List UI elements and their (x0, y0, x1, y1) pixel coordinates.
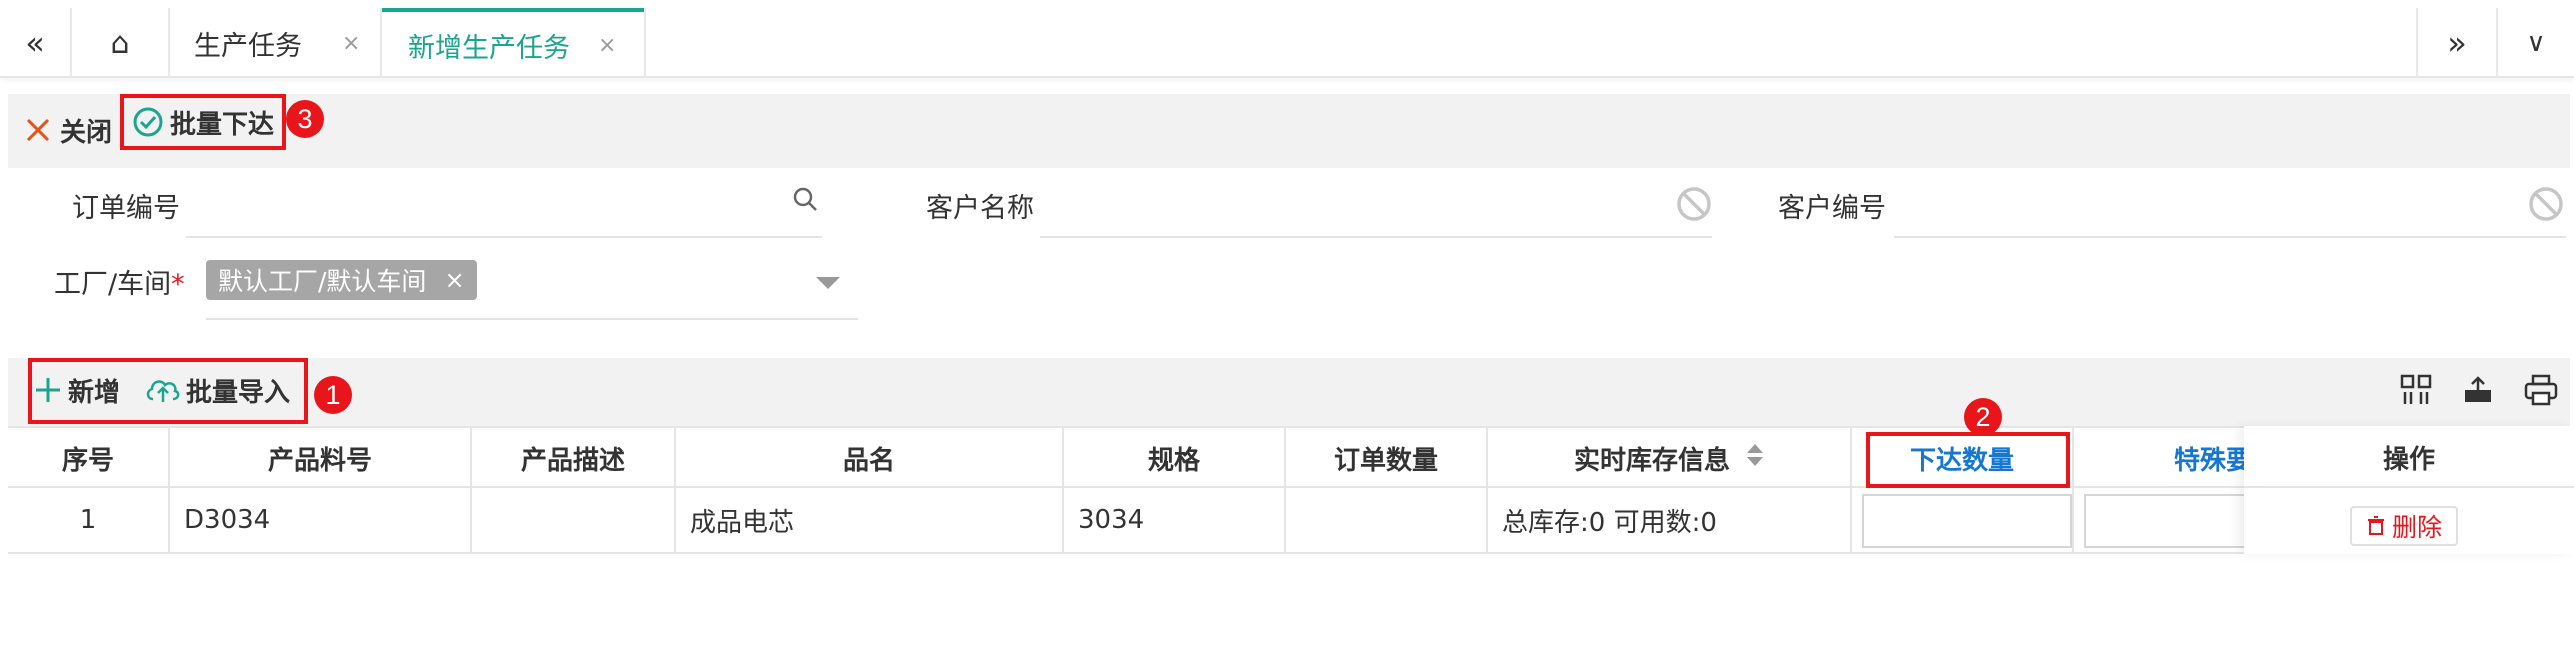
col-header-spec: 规格 (1064, 428, 1286, 488)
input-underline (186, 236, 822, 238)
batch-import-button[interactable]: 批量导入 (144, 370, 290, 410)
cell-index: 1 (8, 488, 170, 552)
customer-name-label: 客户名称 (926, 193, 1034, 224)
col-header-special: 特殊要 (2173, 445, 2252, 476)
factory-chip-label: 默认工厂/默认车间 (218, 267, 427, 296)
col-header-desc: 产品描述 (472, 428, 676, 488)
special-input[interactable] (2084, 494, 2254, 548)
add-label: 新增 (68, 377, 121, 408)
step-badge-1: 1 (314, 376, 352, 414)
col-header-index: 序号 (8, 428, 170, 488)
input-underline (1894, 236, 2566, 238)
col-header-name: 品名 (676, 428, 1064, 488)
batch-import-label: 批量导入 (186, 377, 291, 408)
order-no-label: 订单编号 (72, 193, 180, 224)
action-toolbar (8, 94, 2570, 168)
input-underline (1040, 236, 1712, 238)
cell-part-no: D3034 (170, 488, 472, 552)
customer-name-input[interactable] (1040, 176, 1712, 220)
chip-close-icon[interactable]: × (444, 266, 464, 294)
tab-close-icon[interactable]: × (598, 33, 616, 58)
col-header-issue-qty: 下达数量 (1852, 428, 2074, 488)
operation-column: 操作 删除 (2244, 426, 2574, 554)
cell-order-qty (1286, 488, 1488, 552)
scroll-right-icon[interactable]: » (2418, 8, 2496, 78)
col-header-operation: 操作 (2244, 428, 2574, 488)
col-header-part-no: 产品料号 (170, 428, 472, 488)
close-button[interactable]: 关闭 (24, 108, 112, 152)
export-icon[interactable] (2462, 374, 2494, 410)
add-button[interactable]: 新增 (34, 370, 120, 410)
delete-label: 删除 (2391, 513, 2442, 542)
batch-issue-label: 批量下达 (170, 109, 275, 140)
print-icon[interactable] (2524, 374, 2558, 410)
home-icon[interactable]: ⌂ (72, 8, 168, 78)
cell-spec: 3034 (1064, 488, 1286, 552)
cell-issue-qty (1852, 488, 2074, 552)
dropdown-arrow-icon[interactable] (816, 276, 840, 295)
step-badge-2: 2 (1964, 398, 2002, 436)
cell-desc (472, 488, 676, 552)
check-circle-icon (133, 107, 163, 137)
cell-special (2074, 488, 2254, 552)
batch-issue-button[interactable]: 批量下达 (120, 94, 286, 150)
order-no-input[interactable] (186, 176, 822, 220)
sort-icon[interactable] (1746, 442, 1764, 475)
tab-label: 新增生产任务 (408, 32, 570, 64)
tab-new-production-task[interactable]: 新增生产任务 × (382, 8, 644, 78)
table-header: 序号 产品料号 产品描述 品名 规格 订单数量 实时库存信息 下达数量 特殊要 (8, 426, 2570, 488)
issue-qty-input[interactable] (1862, 494, 2072, 548)
factory-label: 工厂/车间* (54, 269, 185, 300)
columns-icon[interactable] (2400, 374, 2432, 410)
divider (644, 8, 646, 78)
search-icon[interactable] (792, 186, 818, 216)
col-header-stock[interactable]: 实时库存信息 (1488, 428, 1852, 488)
customer-no-input[interactable] (1894, 176, 2566, 220)
required-mark: * (171, 269, 185, 300)
tab-bar: « ⌂ 生产任务 × 新增生产任务 × » ∨ (0, 0, 2574, 78)
delete-button[interactable]: 删除 (2350, 506, 2458, 546)
cloud-upload-icon (146, 380, 180, 402)
cell-name: 成品电芯 (676, 488, 1064, 552)
close-icon (26, 118, 50, 142)
tab-label: 生产任务 (194, 30, 302, 62)
cell-stock: 总库存:0 可用数:0 (1488, 488, 1852, 552)
grid-toolbar (8, 358, 2570, 426)
input-underline (206, 318, 858, 320)
table-row: 1 D3034 成品电芯 3034 总库存:0 可用数:0 (8, 488, 2570, 554)
factory-chip: 默认工厂/默认车间 × (206, 260, 477, 300)
trash-icon (2367, 516, 2384, 535)
disabled-icon (1676, 186, 1712, 226)
customer-no-label: 客户编号 (1778, 193, 1886, 224)
disabled-icon (2528, 186, 2564, 226)
scroll-left-icon[interactable]: « (0, 8, 70, 78)
tab-production-task[interactable]: 生产任务 × (170, 8, 380, 78)
plus-icon (36, 378, 60, 402)
chevron-down-icon[interactable]: ∨ (2498, 8, 2574, 78)
step-badge-3: 3 (286, 100, 324, 138)
col-header-order-qty: 订单数量 (1286, 428, 1488, 488)
tab-close-icon[interactable]: × (342, 31, 360, 56)
close-label: 关闭 (60, 117, 113, 148)
